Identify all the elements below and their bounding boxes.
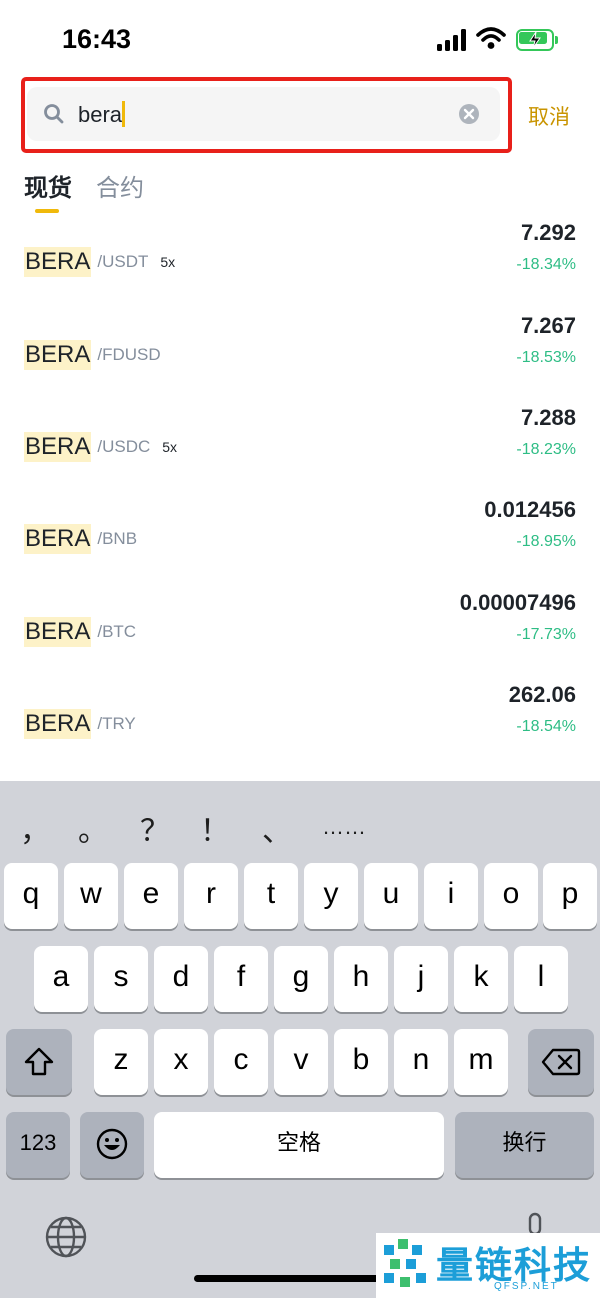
price-change: -18.53% bbox=[516, 349, 576, 366]
tab-spot[interactable]: 现货 bbox=[24, 168, 72, 203]
key-g[interactable]: g bbox=[274, 946, 328, 1012]
clear-input-icon[interactable] bbox=[458, 103, 480, 125]
last-price: 7.288 bbox=[520, 405, 576, 430]
base-asset: BERA bbox=[24, 524, 92, 554]
last-price: 7.292 bbox=[520, 220, 576, 245]
key-k[interactable]: k bbox=[454, 946, 508, 1012]
key-r[interactable]: r bbox=[184, 863, 238, 929]
globe-icon[interactable] bbox=[44, 1215, 88, 1259]
numbers-key[interactable]: 123 bbox=[6, 1112, 70, 1178]
backspace-key[interactable] bbox=[528, 1029, 594, 1095]
key-v[interactable]: v bbox=[274, 1029, 328, 1095]
price-change: -17.73% bbox=[516, 626, 576, 643]
watermark-subtitle: QFSP.NET bbox=[494, 1281, 559, 1292]
shift-key[interactable] bbox=[6, 1029, 72, 1095]
key-i[interactable]: i bbox=[424, 863, 478, 929]
result-row[interactable]: BERA /BTC 0.00007496 -17.73% bbox=[0, 586, 600, 678]
key-m[interactable]: m bbox=[454, 1029, 508, 1095]
search-icon bbox=[44, 104, 64, 124]
last-price: 262.06 bbox=[508, 682, 576, 707]
cancel-button[interactable]: 取消 bbox=[528, 101, 570, 131]
space-key[interactable]: 空格 bbox=[154, 1112, 444, 1178]
key-t[interactable]: t bbox=[244, 863, 298, 929]
return-key[interactable]: 换行 bbox=[455, 1112, 594, 1178]
result-row[interactable]: BERA /FDUSD 7.267 -18.53% bbox=[0, 309, 600, 401]
tab-futures[interactable]: 合约 bbox=[96, 168, 144, 203]
result-row[interactable]: BERA /TRY 262.06 -18.54% bbox=[0, 678, 600, 770]
quote-asset: /BNB bbox=[97, 529, 138, 548]
last-price: 7.267 bbox=[520, 313, 576, 338]
watermark-logo-icon bbox=[384, 1239, 426, 1287]
result-row[interactable]: BERA /USDT 5x 7.292 -18.34% bbox=[0, 216, 600, 308]
quote-asset: /BTC bbox=[97, 622, 137, 641]
key-l[interactable]: l bbox=[514, 946, 568, 1012]
text-caret bbox=[122, 101, 125, 127]
key-o[interactable]: o bbox=[484, 863, 538, 929]
cellular-signal-icon bbox=[437, 29, 469, 51]
leverage-badge: 5x bbox=[160, 254, 176, 270]
key-n[interactable]: n bbox=[394, 1029, 448, 1095]
active-tab-indicator bbox=[35, 209, 59, 213]
key-z[interactable]: z bbox=[94, 1029, 148, 1095]
key-s[interactable]: s bbox=[94, 946, 148, 1012]
suggestion-ellipsis[interactable]: …… bbox=[322, 814, 366, 840]
suggestion-enumeration-comma[interactable]: 、 bbox=[262, 806, 292, 850]
key-e[interactable]: e bbox=[124, 863, 178, 929]
search-input[interactable] bbox=[78, 99, 448, 131]
suggestion-period[interactable]: 。 bbox=[78, 806, 108, 850]
result-row[interactable]: BERA /BNB 0.012456 -18.95% bbox=[0, 493, 600, 585]
key-a[interactable]: a bbox=[34, 946, 88, 1012]
key-b[interactable]: b bbox=[334, 1029, 388, 1095]
base-asset: BERA bbox=[24, 340, 92, 370]
suggestion-exclamation[interactable]: ！ bbox=[200, 806, 230, 850]
price-change: -18.23% bbox=[516, 441, 576, 458]
price-change: -18.34% bbox=[516, 256, 576, 273]
key-x[interactable]: x bbox=[154, 1029, 208, 1095]
base-asset: BERA bbox=[24, 617, 92, 647]
suggestion-question[interactable]: ？ bbox=[140, 806, 170, 850]
shift-icon bbox=[24, 1047, 54, 1076]
emoji-key[interactable] bbox=[80, 1112, 144, 1178]
quote-asset: /USDT bbox=[97, 252, 149, 271]
base-asset: BERA bbox=[24, 709, 92, 739]
status-time: 16:43 bbox=[62, 24, 132, 54]
wifi-icon bbox=[476, 27, 506, 49]
price-change: -18.95% bbox=[516, 533, 576, 550]
last-price: 0.00007496 bbox=[459, 590, 576, 615]
key-d[interactable]: d bbox=[154, 946, 208, 1012]
suggestion-comma[interactable]: ， bbox=[20, 806, 50, 850]
emoji-icon bbox=[96, 1128, 128, 1160]
home-indicator bbox=[194, 1275, 406, 1282]
quote-asset: /FDUSD bbox=[97, 345, 161, 364]
base-asset: BERA bbox=[24, 247, 92, 277]
key-y[interactable]: y bbox=[304, 863, 358, 929]
key-f[interactable]: f bbox=[214, 946, 268, 1012]
watermark: 量链科技 QFSP.NET bbox=[376, 1233, 600, 1298]
battery-icon bbox=[516, 29, 558, 51]
key-j[interactable]: j bbox=[394, 946, 448, 1012]
result-row[interactable]: BERA /USDC 5x 7.288 -18.23% bbox=[0, 401, 600, 493]
base-asset: BERA bbox=[24, 432, 92, 462]
key-p[interactable]: p bbox=[543, 863, 597, 929]
key-u[interactable]: u bbox=[364, 863, 418, 929]
backspace-icon bbox=[541, 1048, 581, 1076]
key-h[interactable]: h bbox=[334, 946, 388, 1012]
last-price: 0.012456 bbox=[484, 497, 576, 522]
key-c[interactable]: c bbox=[214, 1029, 268, 1095]
leverage-badge: 5x bbox=[162, 439, 178, 455]
quote-asset: /USDC bbox=[97, 437, 151, 456]
price-change: -18.54% bbox=[516, 718, 576, 735]
key-q[interactable]: q bbox=[4, 863, 58, 929]
key-w[interactable]: w bbox=[64, 863, 118, 929]
quote-asset: /TRY bbox=[97, 714, 136, 733]
